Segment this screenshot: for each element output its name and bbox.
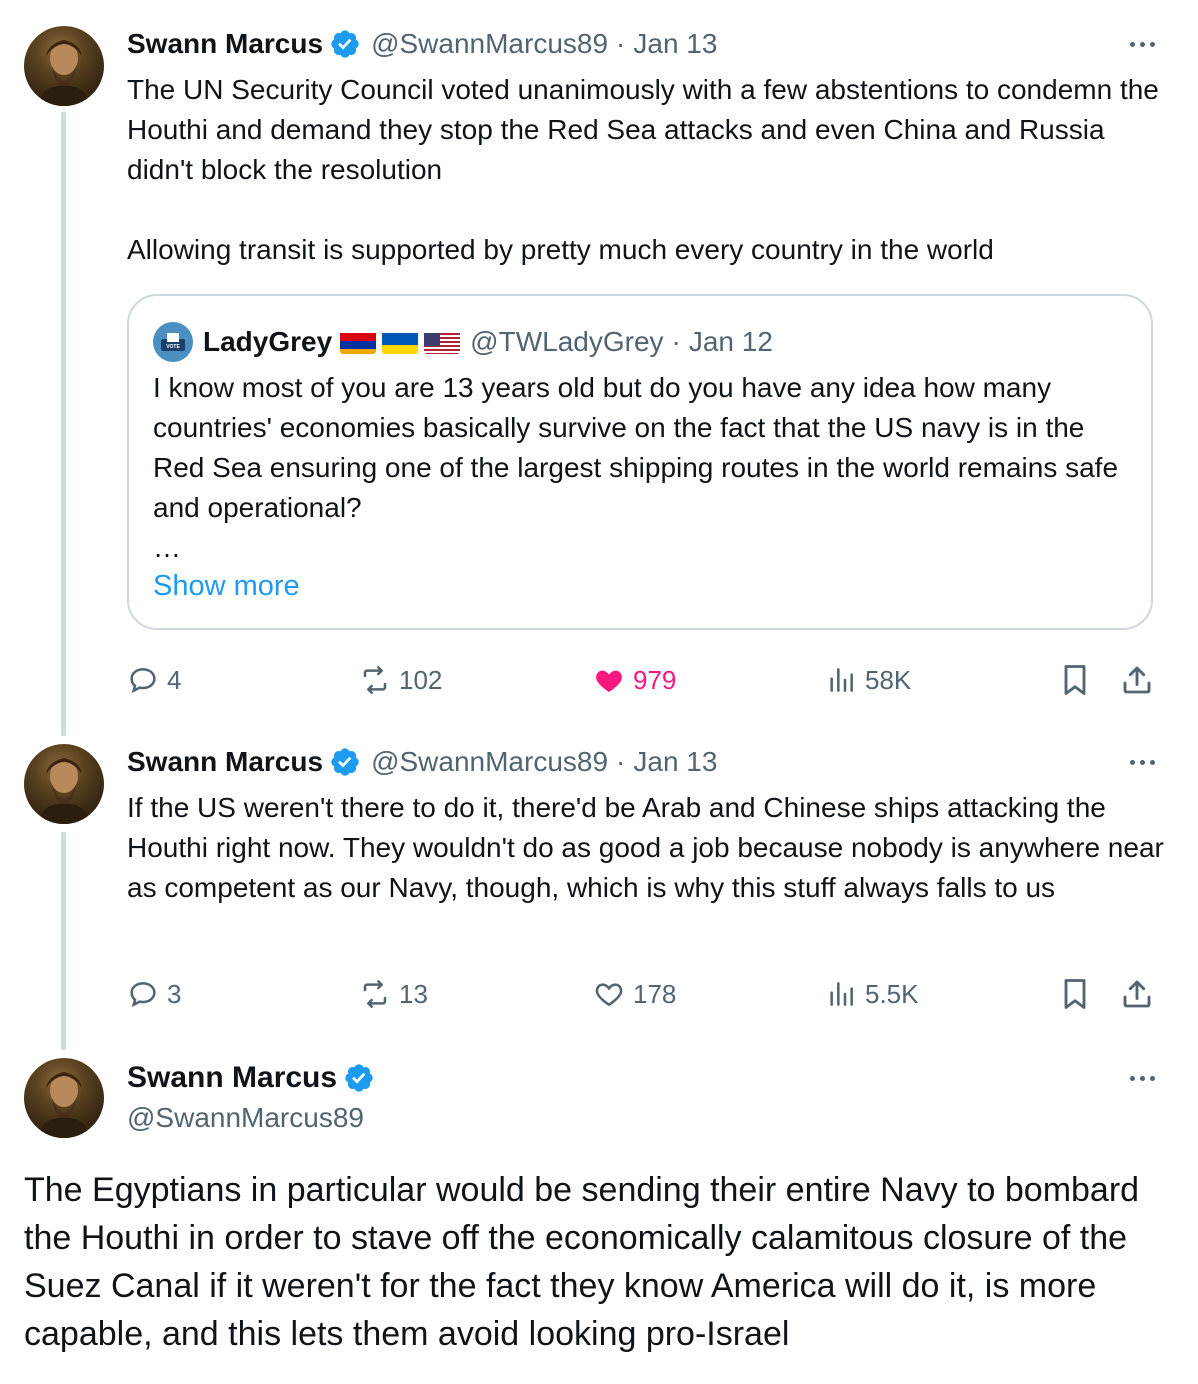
repost-icon (363, 666, 387, 694)
like-count: 178 (633, 978, 677, 1009)
repost-icon (363, 980, 387, 1008)
verified-badge-icon (331, 748, 359, 776)
tweet-text: The Egyptians in particular would be sen… (24, 1171, 1149, 1353)
bookmark-icon[interactable] (1057, 662, 1093, 698)
verified-badge-icon (331, 30, 359, 58)
separator: · (616, 28, 626, 59)
reply-button[interactable]: 3 (127, 972, 181, 1016)
views-count: 58K (865, 664, 912, 695)
like-count: 979 (633, 664, 677, 695)
timestamp[interactable]: Jan 13 (633, 26, 717, 62)
quoted-tweet[interactable]: VOTE LadyGrey @TWLadyGrey · Jan 12 I kno… (127, 294, 1153, 630)
ukraine-flag-icon (382, 330, 419, 354)
armenia-flag-icon (340, 330, 377, 354)
author-handle[interactable]: @SwannMarcus89 (127, 1100, 364, 1136)
us-flag-icon (424, 330, 461, 354)
avatar[interactable] (24, 744, 104, 824)
reply-button[interactable]: 4 (127, 658, 181, 702)
tweet-header: Swann Marcus @SwannMarcus89 · Jan 13 (127, 744, 717, 780)
tweet-2[interactable]: Swann Marcus @SwannMarcus89 · Jan 13 If … (0, 744, 1198, 1024)
main-tweet: Swann Marcus @SwannMarcus89 The Egyptian… (0, 1058, 1198, 1384)
reply-icon (130, 982, 156, 1008)
repost-count: 102 (399, 664, 443, 695)
reply-count: 4 (167, 664, 182, 695)
heart-filled-icon (596, 670, 622, 692)
more-options-icon[interactable] (1122, 1060, 1162, 1096)
repost-button[interactable]: 13 (359, 972, 428, 1016)
like-button[interactable]: 979 (593, 658, 676, 702)
bookmark-icon[interactable] (1057, 976, 1093, 1012)
author-handle[interactable]: @SwannMarcus89 (371, 26, 608, 62)
verified-badge-icon (345, 1064, 373, 1092)
vote-label: VOTE (166, 344, 180, 350)
author-name[interactable]: Swann Marcus (127, 1058, 337, 1098)
quoted-timestamp[interactable]: Jan 12 (689, 324, 773, 360)
quoted-tweet-text: I know most of you are 13 years old but … (153, 372, 1119, 563)
repost-count: 13 (399, 978, 428, 1009)
tweet-text: If the US weren't there to do it, there'… (127, 792, 1172, 903)
tweet-header: Swann Marcus @SwannMarcus89 · Jan 13 (127, 26, 717, 62)
separator: · (616, 746, 626, 777)
quoted-tweet-header: VOTE LadyGrey @TWLadyGrey · Jan 12 (153, 322, 773, 362)
author-name-row: Swann Marcus (127, 1058, 385, 1098)
reply-count: 3 (167, 978, 182, 1009)
avatar[interactable] (24, 1058, 104, 1138)
more-options-icon[interactable] (1122, 26, 1162, 62)
reply-icon (130, 668, 156, 694)
tweet-text: The UN Security Council voted unanimousl… (127, 74, 1159, 265)
author-handle[interactable]: @SwannMarcus89 (371, 744, 608, 780)
tweet-actions: 4 102 979 58K (127, 658, 1157, 702)
show-more-link[interactable]: Show more (153, 570, 300, 603)
repost-button[interactable]: 102 (359, 658, 442, 702)
views-icon (830, 982, 853, 1006)
quoted-avatar[interactable]: VOTE (153, 322, 193, 362)
author-name[interactable]: Swann Marcus (127, 26, 323, 62)
tweet-actions: 3 13 178 5.5K (127, 972, 1157, 1016)
tweet-1[interactable]: Swann Marcus @SwannMarcus89 · Jan 13 The… (0, 26, 1198, 716)
views-icon (830, 668, 853, 692)
views-count: 5.5K (865, 978, 919, 1009)
quoted-author-handle[interactable]: @TWLadyGrey (470, 324, 663, 360)
avatar[interactable] (24, 26, 104, 106)
views-button[interactable]: 5.5K (825, 972, 919, 1016)
heart-outline-icon (595, 983, 623, 1007)
views-button[interactable]: 58K (825, 658, 911, 702)
like-button[interactable]: 178 (593, 972, 676, 1016)
more-options-icon[interactable] (1122, 744, 1162, 780)
quoted-author-name[interactable]: LadyGrey (203, 324, 332, 360)
separator: · (671, 326, 681, 357)
timestamp[interactable]: Jan 13 (633, 744, 717, 780)
author-name[interactable]: Swann Marcus (127, 744, 323, 780)
share-icon[interactable] (1119, 662, 1155, 698)
share-icon[interactable] (1119, 976, 1155, 1012)
